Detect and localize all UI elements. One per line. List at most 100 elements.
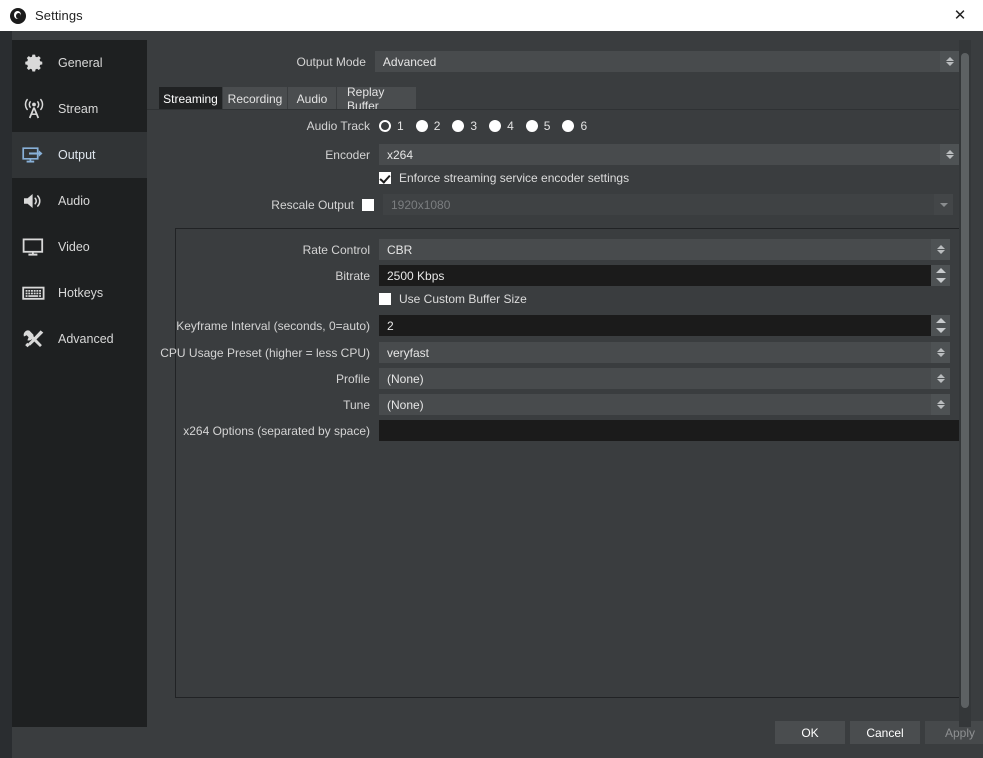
audio-track-radio-group: 1 2 3 4 5 6 bbox=[379, 119, 599, 133]
radio-label: 3 bbox=[470, 119, 478, 133]
cpu-preset-row: CPU Usage Preset (higher = less CPU) ver… bbox=[147, 342, 959, 363]
profile-value: (None) bbox=[387, 371, 424, 386]
sidebar-item-label: Advanced bbox=[58, 332, 114, 346]
keyframe-interval-spinbox[interactable]: 2 bbox=[379, 315, 950, 336]
sidebar-item-audio[interactable]: Audio bbox=[12, 178, 147, 224]
cpu-preset-select[interactable]: veryfast bbox=[379, 342, 950, 363]
audio-track-label: Audio Track bbox=[306, 119, 370, 133]
audio-track-radio-2[interactable]: 2 bbox=[415, 119, 441, 133]
audio-track-radio-1[interactable]: 1 bbox=[379, 119, 404, 133]
tune-label: Tune bbox=[343, 397, 370, 412]
sidebar-item-output[interactable]: Output bbox=[12, 132, 147, 178]
title-bar: Settings ✕ bbox=[0, 0, 983, 31]
audio-track-radio-4[interactable]: 4 bbox=[489, 119, 514, 133]
dialog-body: General Stream Output Audio Video Hotkey… bbox=[12, 31, 983, 758]
bitrate-spinbox[interactable]: 2500 Kbps bbox=[379, 265, 950, 286]
tab-bar: Streaming Recording Audio Replay Buffer bbox=[159, 85, 959, 113]
radio-label: 1 bbox=[397, 119, 404, 133]
sidebar-item-stream[interactable]: Stream bbox=[12, 86, 147, 132]
tab-replay-buffer[interactable]: Replay Buffer bbox=[337, 85, 417, 113]
tab-audio[interactable]: Audio bbox=[288, 87, 337, 110]
settings-window: Settings ✕ General Stream Output Audio V… bbox=[0, 0, 983, 758]
spinner-up-icon[interactable] bbox=[931, 265, 950, 276]
chevron-down-icon bbox=[934, 194, 953, 215]
rescale-output-checkbox[interactable] bbox=[362, 198, 374, 211]
keyframe-interval-value: 2 bbox=[387, 318, 394, 333]
settings-sidebar: General Stream Output Audio Video Hotkey… bbox=[12, 40, 147, 727]
sidebar-item-video[interactable]: Video bbox=[12, 224, 147, 270]
sidebar-item-label: Audio bbox=[58, 194, 90, 208]
audio-track-radio-6[interactable]: 6 bbox=[562, 119, 587, 133]
window-title: Settings bbox=[35, 8, 83, 23]
radio-icon bbox=[525, 120, 538, 132]
tools-icon bbox=[19, 324, 49, 354]
x264-options-row: x264 Options (separated by space) bbox=[147, 420, 959, 441]
custom-buffer-checkbox[interactable]: Use Custom Buffer Size bbox=[379, 292, 527, 306]
chevron-updown-icon[interactable] bbox=[940, 51, 959, 72]
monitor-icon bbox=[19, 232, 49, 262]
radio-icon bbox=[562, 120, 575, 132]
sidebar-item-label: Output bbox=[58, 148, 96, 162]
radio-icon bbox=[489, 120, 502, 132]
chevron-updown-icon[interactable] bbox=[931, 342, 950, 363]
profile-select[interactable]: (None) bbox=[379, 368, 950, 389]
audio-track-radio-5[interactable]: 5 bbox=[525, 119, 551, 133]
cpu-preset-label: CPU Usage Preset (higher = less CPU) bbox=[160, 345, 370, 360]
radio-icon bbox=[415, 120, 428, 132]
rescale-output-value: 1920x1080 bbox=[391, 197, 451, 212]
spinner-up-icon[interactable] bbox=[931, 315, 950, 326]
broadcast-icon bbox=[19, 94, 49, 124]
cancel-button[interactable]: Cancel bbox=[850, 721, 920, 744]
sidebar-item-advanced[interactable]: Advanced bbox=[12, 316, 147, 362]
gear-icon bbox=[19, 48, 49, 78]
encoder-select[interactable]: x264 bbox=[379, 144, 959, 165]
output-mode-select[interactable]: Advanced bbox=[374, 51, 959, 72]
custom-buffer-label: Use Custom Buffer Size bbox=[399, 292, 527, 306]
tune-select[interactable]: (None) bbox=[379, 394, 950, 415]
chevron-updown-icon[interactable] bbox=[940, 144, 959, 165]
monitor-arrow-icon bbox=[19, 140, 49, 170]
sidebar-item-general[interactable]: General bbox=[12, 40, 147, 86]
radio-label: 2 bbox=[433, 119, 441, 133]
speaker-icon bbox=[19, 186, 49, 216]
radio-label: 5 bbox=[543, 119, 551, 133]
rate-control-label: Rate Control bbox=[302, 242, 370, 257]
profile-label: Profile bbox=[335, 371, 370, 386]
chevron-updown-icon[interactable] bbox=[931, 394, 950, 415]
enforce-label: Enforce streaming service encoder settin… bbox=[399, 171, 630, 185]
rate-control-value: CBR bbox=[387, 242, 413, 257]
chevron-updown-icon[interactable] bbox=[931, 368, 950, 389]
radio-selected-icon bbox=[379, 120, 391, 132]
tune-row: Tune (None) bbox=[147, 394, 959, 415]
tab-recording[interactable]: Recording bbox=[223, 87, 288, 110]
spinner-down-icon[interactable] bbox=[931, 326, 950, 337]
close-icon[interactable]: ✕ bbox=[937, 0, 983, 31]
enforce-checkbox[interactable]: Enforce streaming service encoder settin… bbox=[379, 171, 629, 185]
spinner-buttons[interactable] bbox=[931, 315, 950, 336]
x264-options-label: x264 Options (separated by space) bbox=[183, 423, 370, 438]
vertical-scrollbar[interactable] bbox=[959, 40, 971, 727]
chevron-updown-icon[interactable] bbox=[931, 239, 950, 260]
settings-content: Output Mode Advanced Streaming Recording… bbox=[147, 31, 983, 744]
radio-label: 4 bbox=[507, 119, 514, 133]
sidebar-item-label: Stream bbox=[58, 102, 99, 116]
spinner-down-icon[interactable] bbox=[931, 276, 950, 287]
x264-options-input[interactable] bbox=[379, 420, 959, 441]
audio-track-radio-3[interactable]: 3 bbox=[452, 119, 477, 133]
tab-underline bbox=[147, 109, 959, 110]
rate-control-select[interactable]: CBR bbox=[379, 239, 950, 260]
cpu-preset-value: veryfast bbox=[387, 345, 430, 360]
ok-button[interactable]: OK bbox=[775, 721, 845, 744]
spinner-buttons[interactable] bbox=[931, 265, 950, 286]
scrollbar-thumb[interactable] bbox=[961, 53, 969, 708]
rate-control-row: Rate Control CBR bbox=[147, 239, 959, 260]
checkbox-icon bbox=[379, 293, 391, 305]
sidebar-item-hotkeys[interactable]: Hotkeys bbox=[12, 270, 147, 316]
apply-button: Apply bbox=[925, 721, 983, 744]
profile-row: Profile (None) bbox=[147, 368, 959, 389]
radio-icon bbox=[452, 120, 465, 132]
keyframe-interval-row: Keyframe Interval (seconds, 0=auto) 2 bbox=[147, 315, 959, 336]
radio-label: 6 bbox=[580, 119, 588, 133]
output-mode-value: Advanced bbox=[382, 54, 437, 69]
tab-streaming[interactable]: Streaming bbox=[159, 87, 223, 110]
